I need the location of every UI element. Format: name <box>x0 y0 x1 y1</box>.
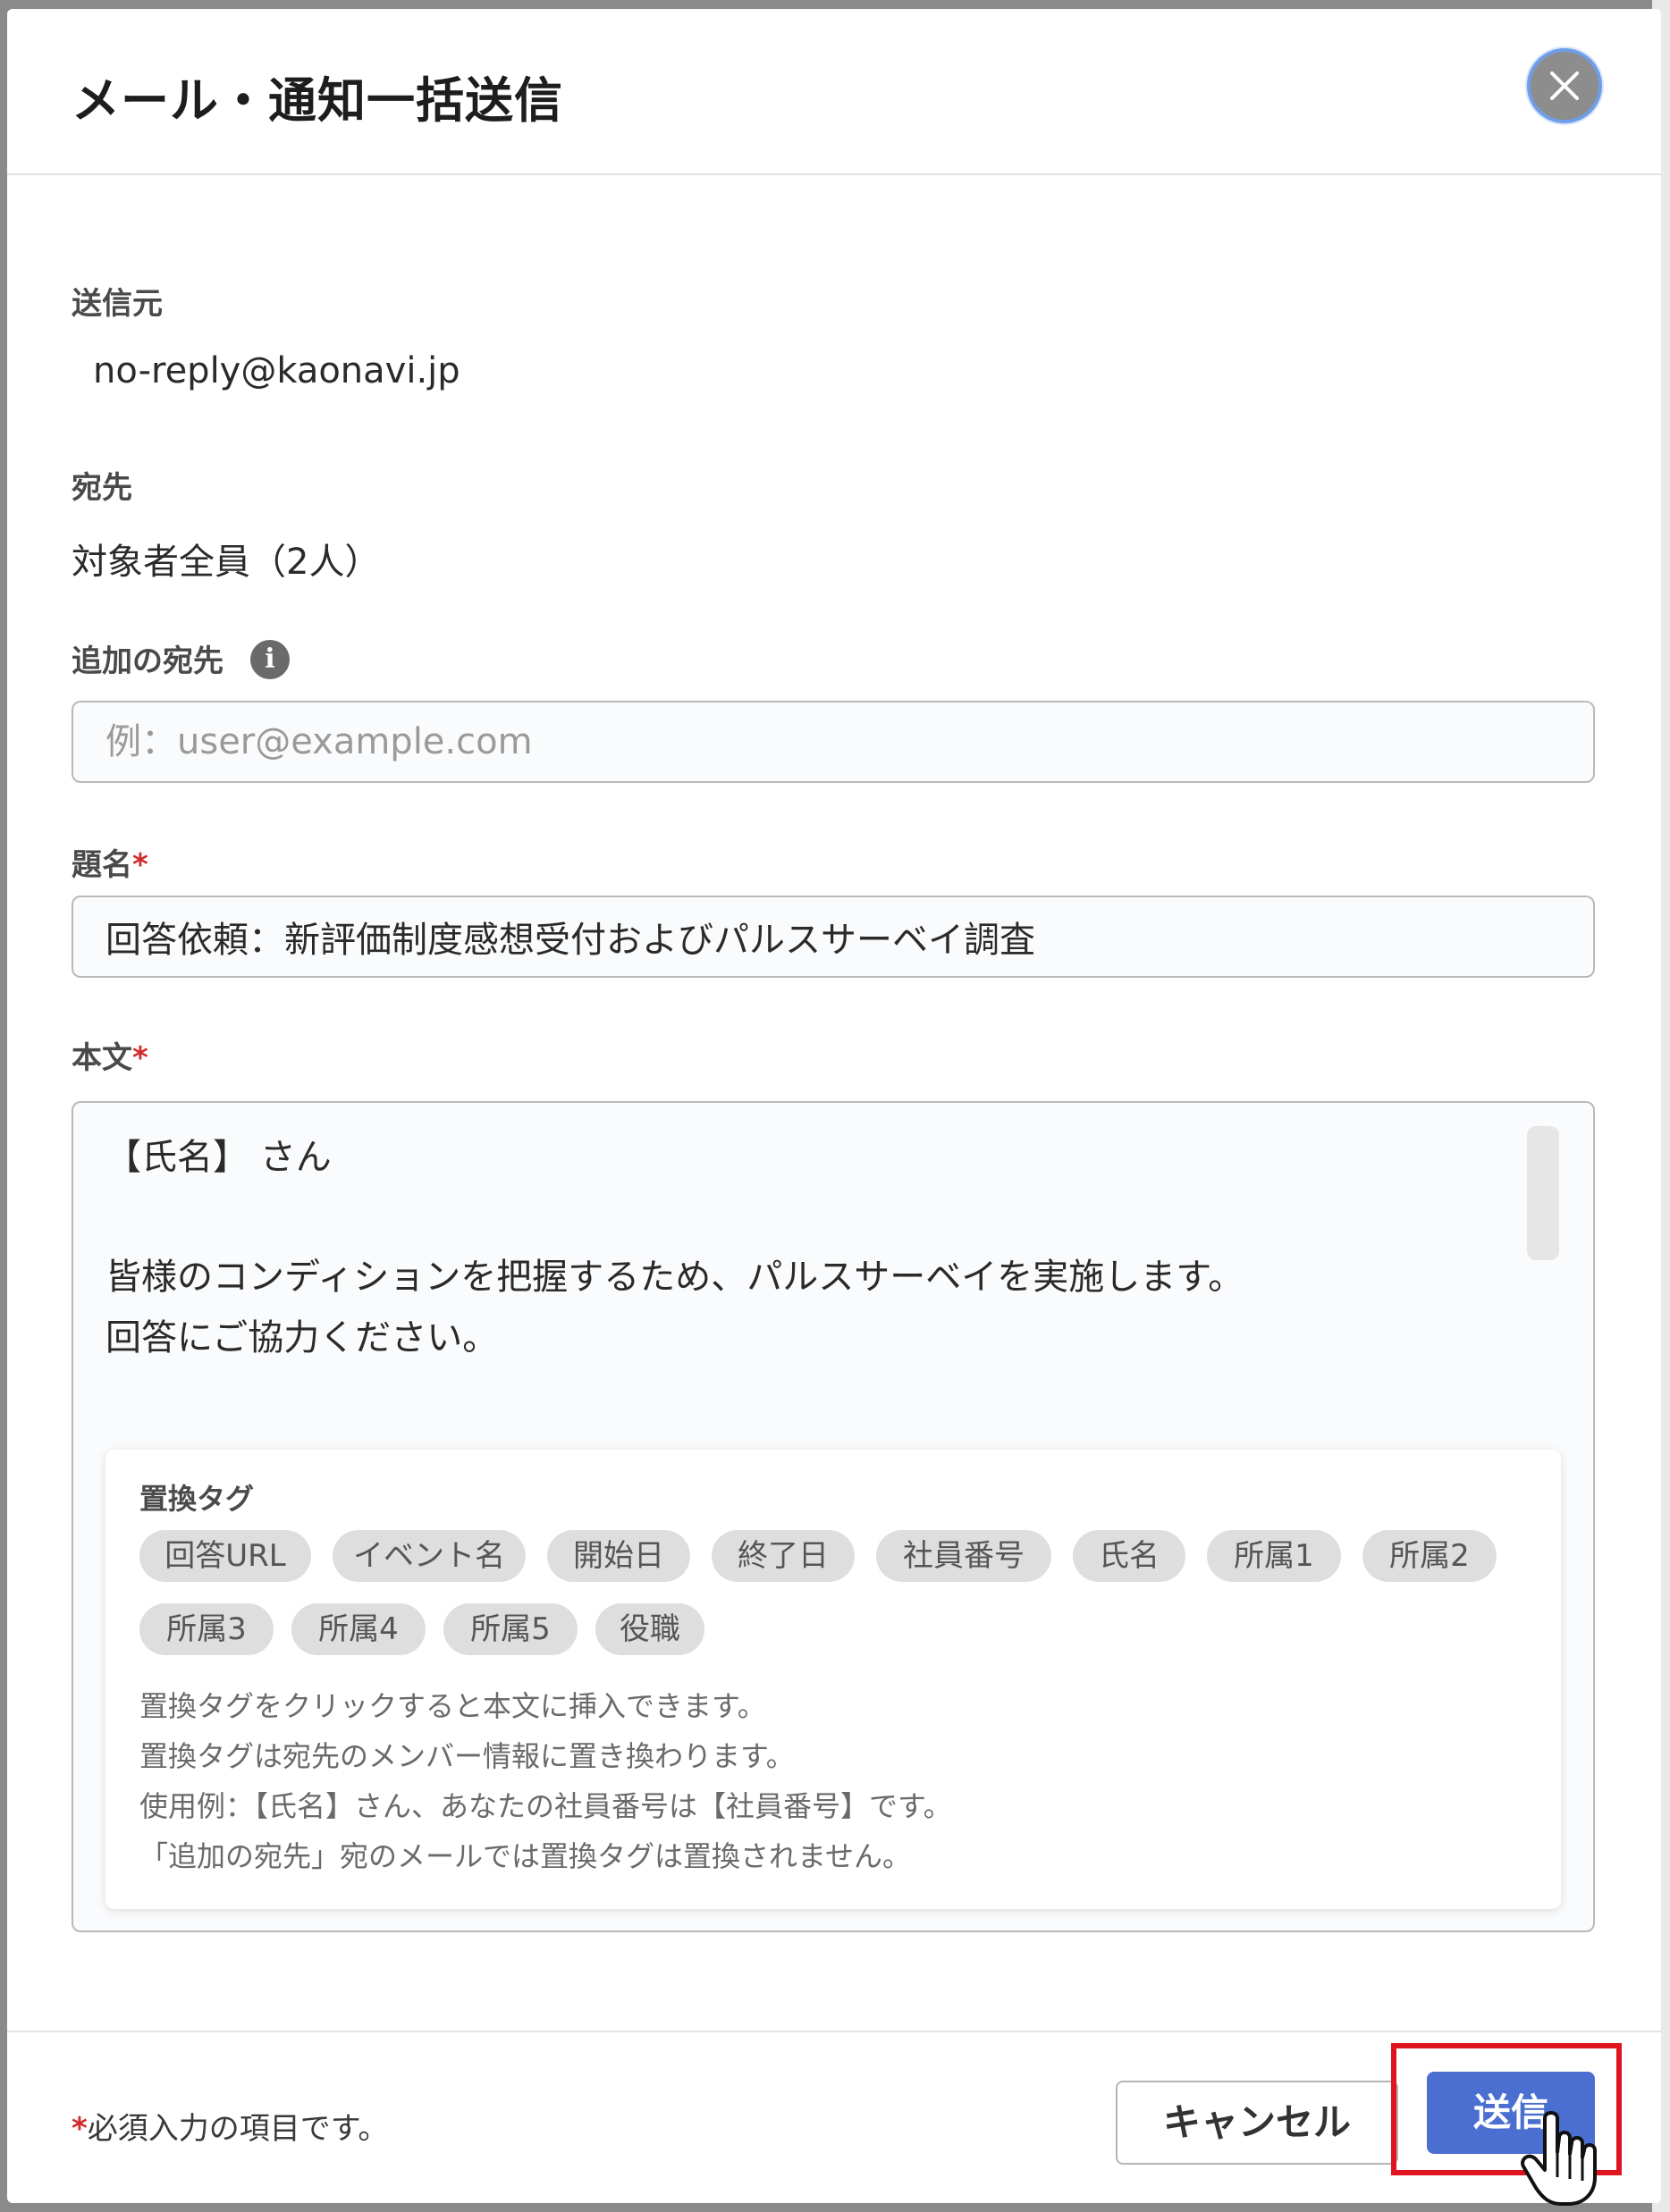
tag-chip-dept5[interactable]: 所属5 <box>443 1603 578 1655</box>
help-text: 置換タグをクリックすると本文に挿入できます。 <box>139 1689 766 1723</box>
replacement-tags-panel: 置換タグ 回答URL イベント名 開始日 終了日 社員番号 氏名 所属1 所属2… <box>105 1450 1561 1909</box>
body-line: 回答にご協力ください。 <box>105 1317 499 1358</box>
dialog-title: メール・通知一括送信 <box>72 72 563 129</box>
cancel-button[interactable]: キャンセル <box>1116 2081 1398 2165</box>
replacement-tags-title: 置換タグ <box>139 1482 255 1516</box>
tag-chip-dept3[interactable]: 所属3 <box>139 1603 274 1655</box>
tag-chip-dept2[interactable]: 所属2 <box>1362 1530 1497 1582</box>
body-label-text: 本文 <box>72 1040 132 1076</box>
additional-recipients-input[interactable] <box>72 701 1595 783</box>
help-text: 使用例：【氏名】さん、あなたの社員番号は【社員番号】です。 <box>139 1789 952 1823</box>
tag-chip-dept1[interactable]: 所属1 <box>1207 1530 1341 1582</box>
required-mark: * <box>132 1040 148 1076</box>
info-icon[interactable]: i <box>250 640 290 679</box>
scrollbar-thumb[interactable] <box>1527 1126 1559 1260</box>
body-line: 【氏名】 さん <box>105 1137 332 1178</box>
tag-chip-position[interactable]: 役職 <box>595 1603 704 1655</box>
body-textarea[interactable]: 【氏名】 さん 皆様のコンディションを把握するため、パルスサーベイを実施します。… <box>72 1101 1595 1932</box>
bulk-send-dialog: メール・通知一括送信 送信元 no-reply@kaonavi.jp 宛先 対象… <box>7 9 1661 2203</box>
tag-chip-event-name[interactable]: イベント名 <box>333 1530 526 1582</box>
additional-recipients-label: 追加の宛先 <box>72 643 224 679</box>
recipient-label: 宛先 <box>72 470 132 506</box>
required-mark: * <box>132 847 148 883</box>
help-text: 「追加の宛先」宛のメールでは置換タグは置換されません。 <box>139 1839 912 1873</box>
dialog-header: メール・通知一括送信 <box>7 9 1661 175</box>
close-icon <box>1550 71 1579 100</box>
subject-label: 題名* <box>72 840 148 884</box>
subject-label-text: 題名 <box>72 847 132 883</box>
subject-input[interactable] <box>72 896 1595 978</box>
sender-value: no-reply@kaonavi.jp <box>93 350 460 391</box>
required-mark: * <box>72 2111 88 2147</box>
hand-pointer-icon <box>1521 2111 1597 2206</box>
tag-chip-answer-url[interactable]: 回答URL <box>139 1530 311 1582</box>
body-line: 皆様のコンディションを把握するため、パルスサーベイを実施します。 <box>105 1257 1244 1298</box>
tag-chip-end-date[interactable]: 終了日 <box>712 1530 855 1582</box>
required-note: *必須入力の項目です。 <box>72 2104 388 2148</box>
tag-chip-name[interactable]: 氏名 <box>1073 1530 1185 1582</box>
required-note-text: 必須入力の項目です。 <box>87 2111 389 2147</box>
recipient-value: 対象者全員（2人） <box>72 542 381 583</box>
sender-label: 送信元 <box>72 286 163 322</box>
tag-chip-start-date[interactable]: 開始日 <box>547 1530 690 1582</box>
dialog-footer: *必須入力の項目です。 キャンセル <box>7 2031 1661 2203</box>
help-text: 置換タグは宛先のメンバー情報に置き換わります。 <box>139 1739 795 1773</box>
tag-chip-dept4[interactable]: 所属4 <box>291 1603 426 1655</box>
tag-chip-employee-number[interactable]: 社員番号 <box>876 1530 1051 1582</box>
body-label: 本文* <box>72 1033 148 1077</box>
close-button[interactable] <box>1527 48 1602 123</box>
